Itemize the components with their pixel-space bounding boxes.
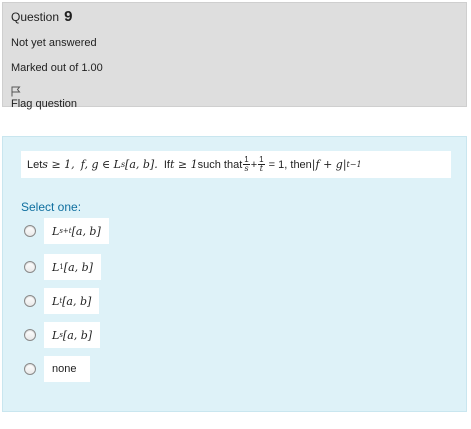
question-label: Question [11,10,60,24]
question-info-panel: Question 9 Not yet answered Marked out o… [2,2,467,110]
question-number: 9 [64,8,73,25]
option-label: Lt [a, b] [44,288,100,314]
question-panel: Let s ≥ 1, f, g ∈ Ls [a, b]. If t ≥ 1 suc… [2,136,467,412]
option-label: Ls+t [a, b] [44,218,109,244]
option-label: Ls [a, b] [44,322,101,348]
option-l1[interactable]: L 1 [a, b] [24,254,101,280]
option-lt[interactable]: Lt [a, b] [24,288,100,314]
marks-info: Marked out of 1.00 [11,62,103,74]
quiz-page: Question 9 Not yet answered Marked out o… [0,0,471,429]
radio-button[interactable] [24,363,36,375]
answer-status: Not yet answered [11,37,97,49]
answer-options: Ls+t [a, b] L 1 [a, b] Lt [a, b] Ls [a, b] no… [3,137,466,411]
flag-question-link[interactable]: Flag question [11,86,458,111]
radio-button[interactable] [24,225,36,237]
option-ls[interactable]: Ls [a, b] [24,322,101,348]
option-label: L 1 [a, b] [44,254,101,280]
flag-icon [11,86,458,97]
option-none[interactable]: none [24,356,91,382]
flag-question-label: Flag question [11,98,78,110]
option-label: none [44,356,91,382]
option-ls-plus-t[interactable]: Ls+t [a, b] [24,218,109,244]
radio-button[interactable] [24,295,36,307]
radio-button[interactable] [24,261,36,273]
question-heading: Question 9 [11,8,458,28]
radio-button[interactable] [24,329,36,341]
